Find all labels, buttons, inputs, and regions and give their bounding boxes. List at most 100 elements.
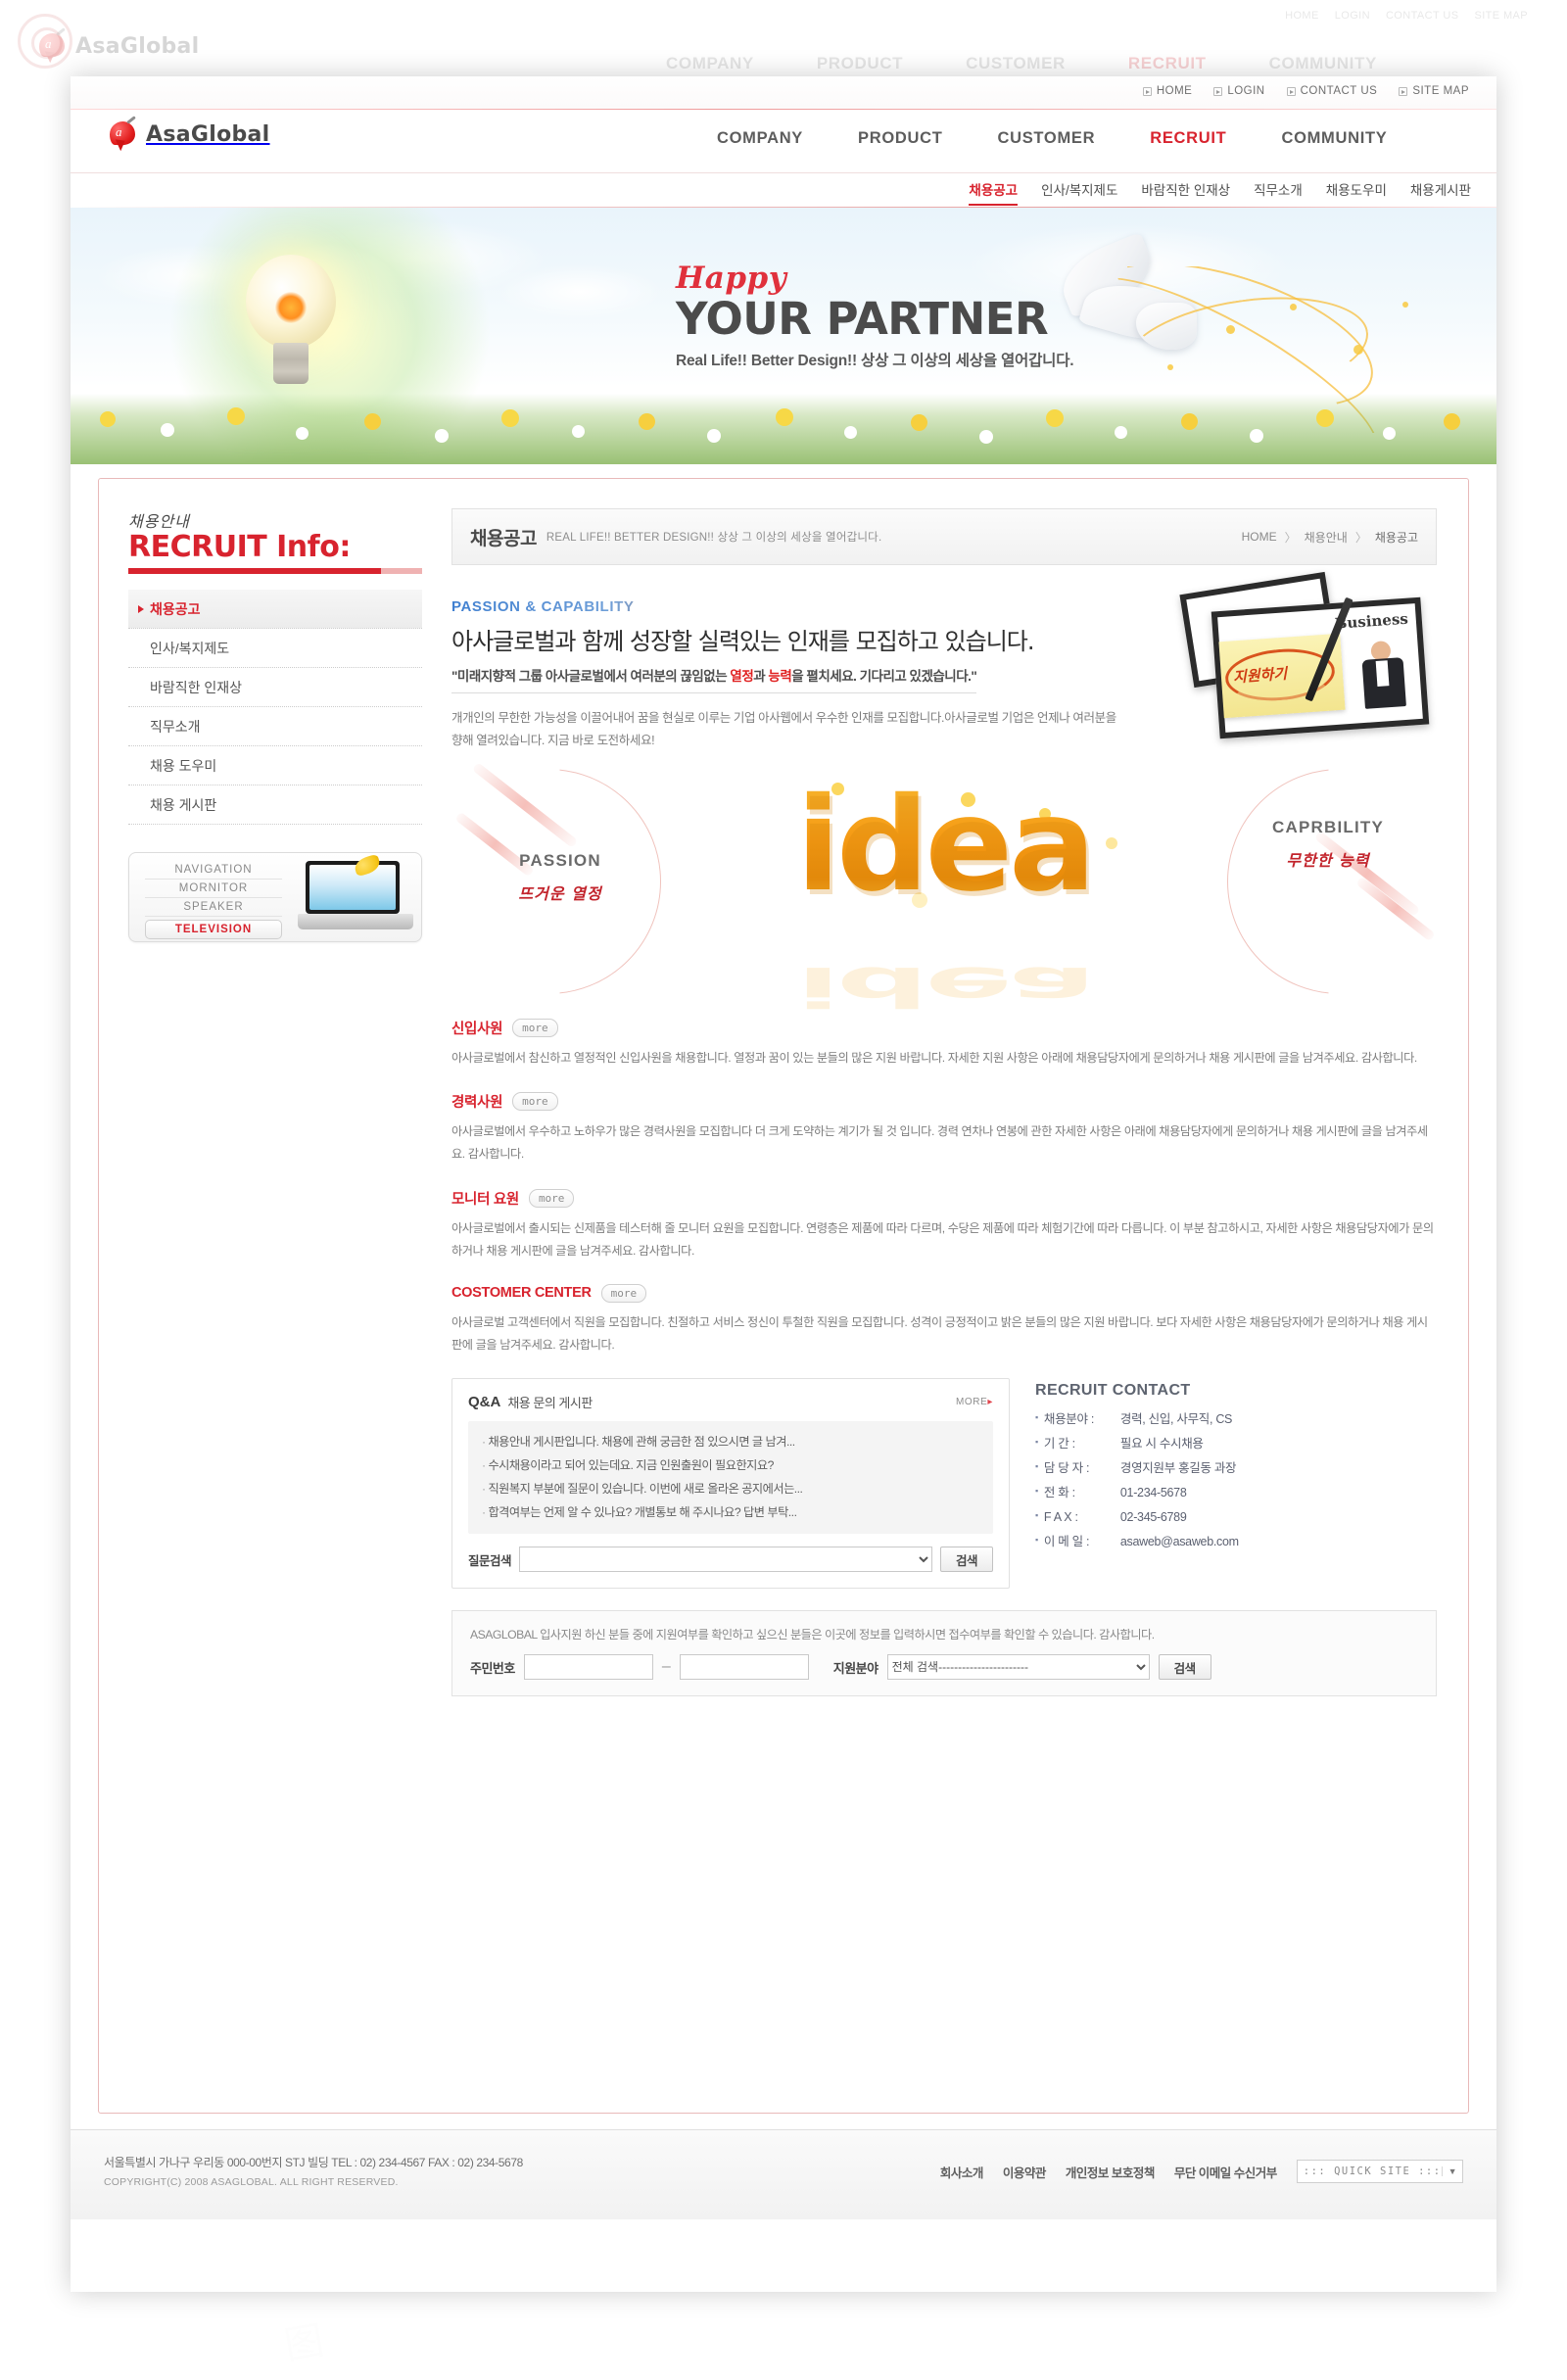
resident-number-back-input[interactable] xyxy=(679,1654,809,1681)
intro-section: PASSION & CAPABILITY 아사글로벌과 함께 성장할 실력있는 … xyxy=(451,571,1437,763)
footer-link-privacy[interactable]: 개인정보 보호정책 xyxy=(1066,2163,1155,2181)
contact-value-email: asaweb@asaweb.com xyxy=(1119,1535,1239,1549)
utility-bar: HOME LOGIN CONTACT US SITE MAP xyxy=(71,76,1496,110)
utility-links: HOME LOGIN CONTACT US SITE MAP xyxy=(1142,85,1469,97)
sidebar-item-recruit-board[interactable]: 채용 게시판 xyxy=(128,785,422,825)
bg-gnb-product: PRODUCT xyxy=(816,54,904,72)
page-container: HOME LOGIN CONTACT US SITE MAP a AsaGlob… xyxy=(71,76,1496,2292)
job-title-newcomer: 신입사원 xyxy=(451,1022,503,1037)
qna-list-item[interactable]: 합격여부는 언제 알 수 있나요? 개별통보 해 주시나요? 답변 부탁... xyxy=(482,1501,979,1525)
left-column: 채용안내 RECRUIT Info: 채용공고 인사/복지제도 바람직한 인재상 xyxy=(128,508,422,942)
intro-quote-pre: "미래지향적 그룹 아사글로벌에서 여러분의 끊임없는 xyxy=(451,669,731,684)
utility-link-site-map[interactable]: SITE MAP xyxy=(1399,85,1469,97)
product-category-navigation[interactable]: NAVIGATION xyxy=(145,861,282,880)
subnav-item-recruit-notice[interactable]: 채용공고 xyxy=(969,179,1019,206)
intro-quote-emphasis-passion: 열정 xyxy=(730,669,754,684)
sidebar-item-hr-welfare[interactable]: 인사/복지제도 xyxy=(128,629,422,668)
job-section-monitor: 모니터 요원 more 아사글로벌에서 출시되는 신제품을 테스터해 줄 모니터… xyxy=(451,1188,1437,1262)
hero-banner: Happy YOUR PARTNER Real Life!! Better De… xyxy=(71,208,1496,464)
utility-link-login[interactable]: LOGIN xyxy=(1213,85,1264,97)
hero-headline: YOUR PARTNER xyxy=(676,293,1049,345)
idea-label-left: PASSION 뜨거운 열정 xyxy=(487,851,634,904)
contact-key-email: 이 메 일 : xyxy=(1043,1535,1090,1549)
dove-icon xyxy=(1050,232,1226,369)
footer-link-about[interactable]: 회사소개 xyxy=(940,2163,984,2181)
application-check-panel: ASAGLOBAL 입사지원 하신 분들 중에 지원여부를 확인하고 싶으신 분… xyxy=(451,1610,1437,1697)
idea-banner: PASSION 뜨거운 열정 idea idea CAPRBILITY 무한한 … xyxy=(451,762,1437,1018)
job-title-experienced: 경력사원 xyxy=(451,1095,503,1112)
qna-search-select[interactable] xyxy=(519,1547,932,1573)
application-search-button[interactable]: 검색 xyxy=(1158,1654,1211,1681)
breadcrumb: HOME 〉 채용안내 〉 채용공고 xyxy=(1242,529,1418,546)
product-category-speaker[interactable]: SPEAKER xyxy=(145,898,282,917)
gnb-item-product[interactable]: PRODUCT xyxy=(858,129,942,148)
subnav-item-recruit-board[interactable]: 채용게시판 xyxy=(1410,179,1471,204)
sidebar-item-job-intro[interactable]: 직무소개 xyxy=(128,707,422,746)
subnav-item-hr-welfare[interactable]: 인사/복지제도 xyxy=(1041,179,1117,204)
job-header: 모니터 요원 more xyxy=(451,1188,1437,1209)
contact-value-manager: 경영지원부 홍길동 과장 xyxy=(1119,1461,1237,1476)
quick-site-select[interactable]: ::: QUICK SITE ::: ▼ xyxy=(1296,2160,1463,2183)
subnav-item-recruit-helper[interactable]: 채용도우미 xyxy=(1326,179,1387,204)
qna-board-panel: Q&A 채용 문의 게시판 MORE▸ 채용안내 게시판입니다. 채용에 관해 … xyxy=(451,1378,1010,1590)
contact-row-period: 기 간 : 필요 시 수시채용 xyxy=(1035,1432,1239,1456)
sidebar-item-recruit-helper[interactable]: 채용 도우미 xyxy=(128,746,422,785)
chevron-down-icon: ▼ xyxy=(1441,2166,1457,2176)
job-more-button-customer-center[interactable]: more xyxy=(600,1283,647,1303)
job-listings: 신입사원 more 아사글로벌에서 참신하고 열정적인 신입사원을 채용합니다.… xyxy=(451,1018,1437,1357)
product-category-widget: NAVIGATION MORNITOR SPEAKER TELEVISION xyxy=(128,852,422,942)
sidebar-item-ideal-talent-label: 바람직한 인재상 xyxy=(150,680,243,695)
laptop-icon xyxy=(298,853,413,937)
qna-list-item[interactable]: 직원복지 부분에 질문이 있습니다. 이번에 새로 올라온 공지에서는... xyxy=(482,1478,979,1501)
subnav-item-job-intro[interactable]: 직무소개 xyxy=(1254,179,1303,204)
utility-link-site-map-label: SITE MAP xyxy=(1412,85,1469,97)
apply-field-select[interactable]: 전체 검색----------------------- xyxy=(886,1654,1150,1681)
job-header: 신입사원 more xyxy=(451,1018,1437,1038)
breadcrumb-recruit-info[interactable]: 채용안내 xyxy=(1305,529,1348,546)
application-check-form: 주민번호 – 지원분야 전체 검색-----------------------… xyxy=(470,1654,1418,1681)
site-logo[interactable]: a AsaGlobal xyxy=(110,116,270,152)
bg-util-0: HOME xyxy=(1285,10,1319,22)
footer-link-terms[interactable]: 이용약관 xyxy=(1003,2163,1047,2181)
gnb-item-community[interactable]: COMMUNITY xyxy=(1281,129,1387,148)
play-square-icon xyxy=(1286,86,1296,96)
utility-link-contact-us[interactable]: CONTACT US xyxy=(1286,85,1378,97)
footer-link-email-refusal[interactable]: 무단 이메일 수신거부 xyxy=(1174,2163,1277,2181)
sidebar-item-ideal-talent[interactable]: 바람직한 인재상 xyxy=(128,668,422,707)
qna-more-link[interactable]: MORE▸ xyxy=(956,1397,993,1407)
idea-left-kr: 뜨거운 열정 xyxy=(518,884,602,903)
resident-number-label: 주민번호 xyxy=(470,1660,515,1676)
contact-value-field: 경력, 신입, 사무직, CS xyxy=(1119,1412,1233,1427)
contact-row-manager: 담 당 자 : 경영지원부 홍길동 과장 xyxy=(1035,1456,1239,1481)
job-header: 경력사원 more xyxy=(451,1091,1437,1112)
product-category-television[interactable]: TELEVISION xyxy=(145,920,282,939)
subnav-item-ideal-talent[interactable]: 바람직한 인재상 xyxy=(1141,179,1230,204)
hero-subline: Real Life!! Better Design!! 상상 그 이상의 세상을… xyxy=(676,352,1074,369)
breadcrumb-home[interactable]: HOME xyxy=(1242,530,1277,544)
job-more-button-monitor[interactable]: more xyxy=(528,1188,575,1208)
intro-quote-mid: 과 xyxy=(753,669,769,684)
play-square-icon xyxy=(1142,86,1152,96)
resident-number-front-input[interactable] xyxy=(523,1654,653,1681)
recruit-info-title: RECRUIT Info: xyxy=(128,530,351,564)
qna-list-item[interactable]: 수시채용이라고 되어 있는데요. 지금 인원출원이 필요한지요? xyxy=(482,1454,979,1478)
sub-nav: 채용공고 인사/복지제도 바람직한 인재상 직무소개 채용도우미 채용게시판 xyxy=(71,172,1496,208)
sidebar-item-recruit-notice[interactable]: 채용공고 xyxy=(128,590,422,629)
footer-nav: 회사소개 이용약관 개인정보 보호정책 무단 이메일 수신거부 ::: QUIC… xyxy=(940,2160,1463,2183)
gnb-item-recruit[interactable]: RECRUIT xyxy=(1150,129,1226,148)
utility-link-home[interactable]: HOME xyxy=(1142,85,1193,97)
breadcrumb-sep-1: 〉 xyxy=(1284,530,1297,545)
footer-address: 서울특별시 가나구 우리동 000-00번지 STJ 빌딩 TEL : 02) … xyxy=(104,2156,523,2169)
qna-search-button[interactable]: 검색 xyxy=(940,1547,993,1573)
contact-value-fax: 02-345-6789 xyxy=(1119,1510,1187,1525)
qna-list-item[interactable]: 채용안내 게시판입니다. 채용에 관해 궁금한 점 있으시면 글 남겨... xyxy=(482,1431,979,1454)
product-category-mornitor[interactable]: MORNITOR xyxy=(145,880,282,898)
gnb-item-company[interactable]: COMPANY xyxy=(717,129,803,148)
job-section-experienced: 경력사원 more 아사글로벌에서 우수하고 노하우가 많은 경력사원을 모집합… xyxy=(451,1091,1437,1166)
job-more-button-experienced[interactable]: more xyxy=(512,1092,558,1112)
application-check-note: ASAGLOBAL 입사지원 하신 분들 중에 지원여부를 확인하고 싶으신 분… xyxy=(470,1628,1155,1642)
job-more-button-newcomer[interactable]: more xyxy=(512,1019,558,1037)
job-body-experienced: 아사글로벌에서 우수하고 노하우가 많은 경력사원을 모집합니다 더 크게 도약… xyxy=(451,1124,1428,1162)
gnb-item-customer[interactable]: CUSTOMER xyxy=(998,129,1096,148)
job-title-customer-center: COSTOMER CENTER xyxy=(451,1285,592,1302)
